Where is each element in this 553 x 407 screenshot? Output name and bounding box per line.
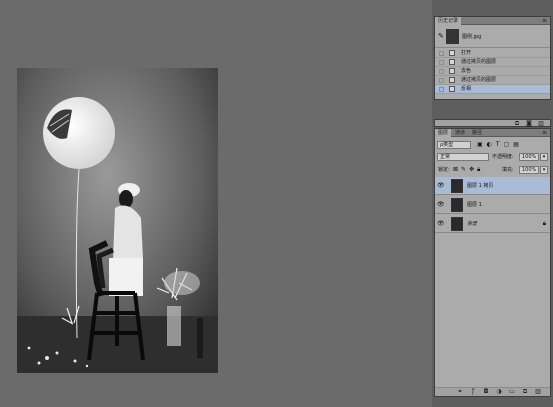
history-snapshot[interactable]: ✎ 图例.jpg	[435, 26, 550, 48]
layer-row[interactable]: 👁︎ 图层 1	[435, 196, 550, 214]
eye-icon[interactable]: 👁︎	[437, 183, 445, 189]
new-layer-icon[interactable]: ⧉	[522, 389, 528, 395]
panel-menu-icon[interactable]: ≡	[542, 130, 547, 136]
history-step-icon	[449, 50, 455, 56]
history-step-icon	[449, 86, 455, 92]
opacity-dropdown-icon[interactable]: ▾	[540, 153, 548, 161]
lock-transparent-icon[interactable]: ⊠	[453, 166, 461, 173]
lock-image-icon[interactable]: ✎	[461, 166, 469, 173]
fill-value: 100%	[522, 167, 537, 173]
shape-filter-icon[interactable]: ▢	[504, 141, 514, 148]
history-item-selected[interactable]: 反相	[435, 85, 550, 94]
fill-label: 填充:	[502, 167, 514, 173]
opacity-field[interactable]: 100%	[519, 153, 539, 161]
link-layers-icon[interactable]: ⚭	[457, 389, 463, 395]
smart-filter-icon[interactable]: ▤	[513, 141, 523, 148]
trash-icon[interactable]: ▥	[538, 121, 544, 127]
layer-thumbnail	[451, 198, 463, 212]
layer-name[interactable]: 图层 1 拷贝	[467, 177, 493, 195]
layers-panel: 图层 通道 路径 ≡ ρ类型 ▣◐T▢▤ 正常 不透明度: 100% ▾ 锁定:…	[434, 128, 551, 397]
add-mask-icon[interactable]: ◘	[483, 389, 489, 395]
tab-history[interactable]: 历史记录	[435, 17, 462, 25]
snapshot-label: 图例.jpg	[462, 34, 482, 40]
layer-name[interactable]: 背景	[467, 215, 477, 233]
lock-label: 锁定:	[438, 167, 450, 173]
history-step-icon	[449, 59, 455, 65]
panel-menu-icon[interactable]: ≡	[542, 18, 547, 24]
tab-channels[interactable]: 通道	[452, 129, 468, 137]
history-checkbox[interactable]	[439, 87, 444, 92]
eye-icon[interactable]: 👁︎	[437, 221, 445, 227]
fill-field[interactable]: 100%	[519, 166, 539, 174]
opacity-label: 不透明度:	[492, 154, 514, 160]
history-item-label: 反相	[461, 86, 472, 92]
history-item-label: 去色	[461, 68, 472, 74]
trash-icon[interactable]: ▥	[535, 389, 541, 395]
eye-icon[interactable]: 👁︎	[437, 202, 445, 208]
history-item-label: 通过拷贝的图层	[461, 77, 497, 83]
pixel-filter-icon[interactable]: ▣	[477, 141, 487, 148]
new-document-from-state-icon[interactable]: ⧉	[514, 121, 520, 127]
new-group-icon[interactable]: ▭	[509, 389, 515, 395]
type-filter-icon[interactable]: T	[496, 141, 504, 148]
opacity-value: 100%	[522, 154, 537, 160]
history-item-label: 通过拷贝的图层	[461, 59, 497, 65]
panel-dock: 历史记录 ≡ ✎ 图例.jpg 打开 通过拷贝的图层 去色 通过拷贝的图层 反相…	[432, 0, 553, 407]
lock-options: ⊠✎✥🔒︎	[453, 166, 483, 174]
blend-mode-value: 正常	[440, 154, 451, 160]
snapshot-thumbnail	[446, 29, 459, 44]
inverted-photo	[17, 68, 218, 373]
tab-paths[interactable]: 路径	[469, 129, 485, 137]
layer-name[interactable]: 图层 1	[467, 196, 482, 214]
layer-thumbnail	[451, 179, 463, 193]
history-checkbox[interactable]	[439, 51, 444, 56]
adjust-filter-icon[interactable]: ◐	[487, 141, 496, 148]
layer-thumbnail	[451, 217, 463, 231]
history-panel: 历史记录 ≡ ✎ 图例.jpg 打开 通过拷贝的图层 去色 通过拷贝的图层 反相	[434, 16, 551, 100]
lock-all-icon[interactable]: 🔒︎	[477, 166, 483, 173]
blend-mode-select[interactable]: 正常	[437, 153, 489, 161]
layer-row[interactable]: 👁︎ 背景 🔒︎	[435, 215, 550, 233]
layer-filter-select[interactable]: ρ类型	[437, 141, 471, 149]
document-canvas[interactable]	[17, 68, 218, 373]
history-footer: ⧉ ◙ ▥	[434, 119, 551, 127]
history-item[interactable]: 通过拷贝的图层	[435, 76, 550, 85]
lock-icon: 🔒︎	[542, 220, 546, 227]
adjustment-layer-icon[interactable]: ◑	[496, 389, 502, 395]
history-step-icon	[449, 68, 455, 74]
layers-footer: ⚭ ƒ ◘ ◑ ▭ ⧉ ▥	[435, 387, 550, 396]
layer-row[interactable]: 👁︎ 图层 1 拷贝	[435, 177, 550, 195]
history-item[interactable]: 通过拷贝的图层	[435, 58, 550, 67]
history-checkbox[interactable]	[439, 60, 444, 65]
tab-layers[interactable]: 图层	[435, 129, 452, 137]
lock-position-icon[interactable]: ✥	[469, 166, 477, 173]
canvas-area[interactable]	[0, 0, 430, 407]
layer-style-icon[interactable]: ƒ	[470, 389, 476, 395]
history-brush-icon[interactable]: ✎	[438, 33, 444, 40]
history-checkbox[interactable]	[439, 78, 444, 83]
camera-icon[interactable]: ◙	[526, 121, 532, 127]
history-tabbar: 历史记录 ≡	[435, 17, 550, 25]
history-checkbox[interactable]	[439, 69, 444, 74]
history-item[interactable]: 去色	[435, 67, 550, 76]
history-step-icon	[449, 77, 455, 83]
history-item-label: 打开	[461, 50, 472, 56]
layers-tabbar: 图层 通道 路径 ≡	[435, 129, 550, 137]
fill-dropdown-icon[interactable]: ▾	[540, 166, 548, 174]
layer-filter-value: ρ类型	[440, 142, 454, 148]
history-item[interactable]: 打开	[435, 49, 550, 58]
filter-icons: ▣◐T▢▤	[477, 141, 523, 149]
